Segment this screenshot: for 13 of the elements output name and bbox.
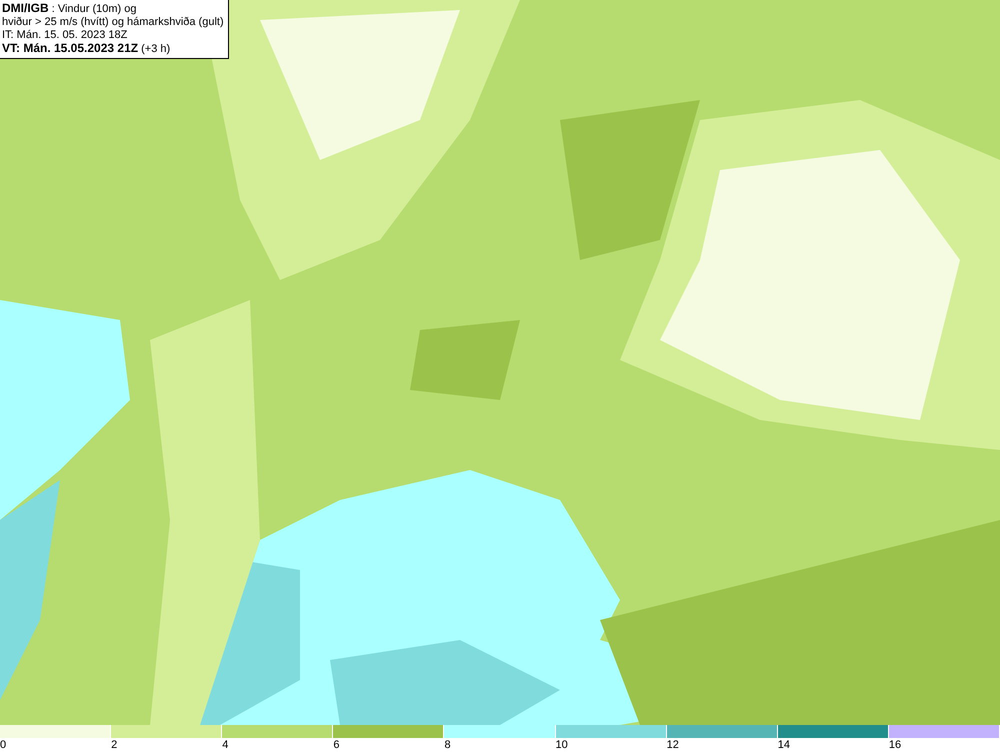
legend-label: 14 bbox=[778, 738, 790, 752]
legend-label: 12 bbox=[666, 738, 679, 752]
title-line: hviður > 25 m/s (hvítt) og hámarkshviða (gult) bbox=[2, 16, 224, 29]
title-line: IT: Mán. 15. 05. 2023 18Z bbox=[2, 29, 128, 42]
legend-label: 2 bbox=[111, 738, 118, 752]
legend-label: 16 bbox=[888, 738, 902, 752]
legend-label: 8 bbox=[444, 738, 451, 752]
title-line: DMI/IGB : Vindur (10m) og bbox=[2, 2, 138, 16]
legend-label: 6 bbox=[333, 738, 340, 752]
legend-label: 0 bbox=[0, 738, 6, 752]
title-line: VT: Mán. 15.05.2023 21Z (+3 h) bbox=[2, 42, 172, 56]
legend-label: 10 bbox=[556, 738, 568, 752]
legend-label: 4 bbox=[222, 738, 228, 752]
